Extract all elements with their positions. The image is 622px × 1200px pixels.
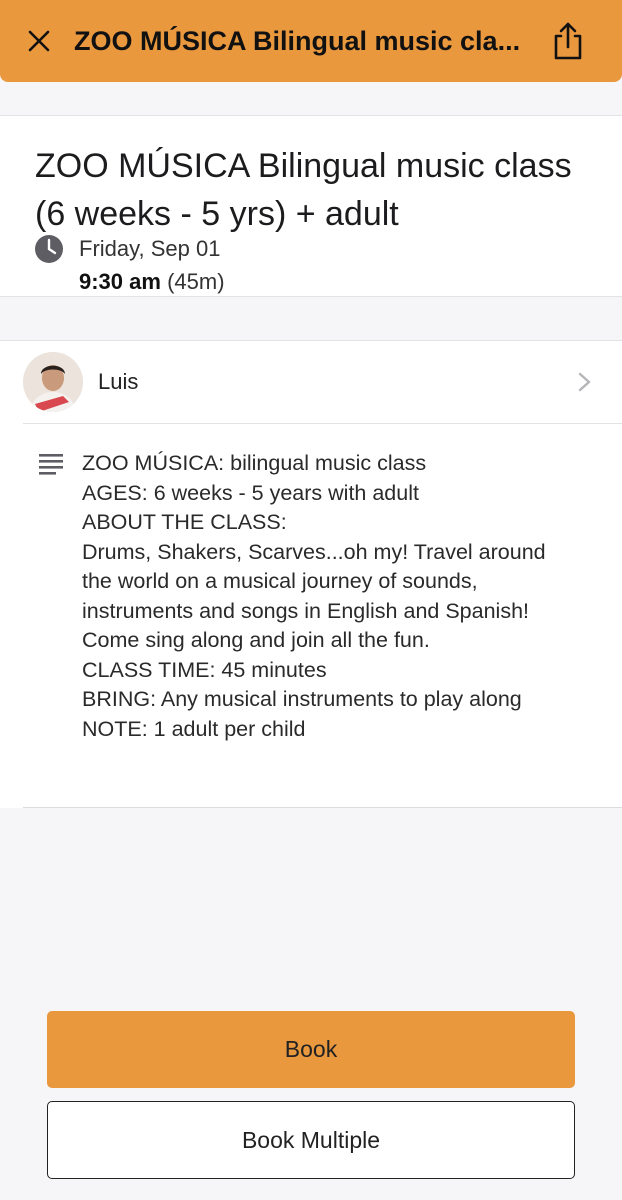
chevron-right-icon	[578, 372, 591, 392]
instructor-row[interactable]: Luis	[0, 341, 622, 423]
clock-icon	[35, 235, 63, 263]
description-line: ZOO MÚSICA: bilingual music class	[82, 451, 427, 475]
event-summary-card: ZOO MÚSICA Bilingual music class (6 week…	[0, 115, 622, 297]
description-line: CLASS TIME: 45 minutes	[82, 657, 327, 682]
share-button[interactable]	[548, 20, 588, 62]
description-icon	[39, 454, 63, 475]
close-button[interactable]	[22, 24, 56, 58]
description-line: Come sing along and join all the fun.	[82, 628, 430, 652]
event-details-card: Luis ZOO MÚSICA: bilingual music class A…	[0, 340, 622, 808]
event-date: Friday, Sep 01	[79, 236, 221, 261]
close-icon[interactable]	[22, 24, 56, 58]
instructor-name: Luis	[98, 369, 139, 394]
page-title: ZOO MÚSICA Bilingual music cla...	[74, 26, 521, 56]
description-line: ABOUT THE CLASS:	[82, 510, 287, 534]
book-multiple-button[interactable]: Book Multiple	[47, 1101, 575, 1179]
description-line: Drums, Shakers, Scarves...oh my! Travel …	[82, 539, 546, 564]
top-bar: ZOO MÚSICA Bilingual music cla...	[0, 0, 622, 82]
description-line: BRING: Any musical instruments to play a…	[82, 687, 522, 711]
description-line: the world on a musical journey of sounds…	[82, 569, 478, 593]
event-title: ZOO MÚSICA Bilingual music class (6 week…	[35, 147, 572, 233]
description-line: NOTE: 1 adult per child	[82, 716, 306, 741]
avatar	[23, 352, 83, 412]
description-line: AGES: 6 weeks - 5 years with adult	[82, 480, 419, 505]
event-description: ZOO MÚSICA: bilingual music class AGES: …	[82, 449, 602, 744]
divider	[23, 807, 622, 808]
divider	[23, 423, 622, 424]
description-line: instruments and songs in English and Spa…	[82, 598, 529, 623]
book-button[interactable]: Book	[47, 1011, 575, 1088]
event-duration: (45m)	[167, 269, 225, 294]
event-time-row: 9:30 am (45m)	[79, 269, 225, 295]
event-time: 9:30 am	[79, 269, 161, 294]
share-icon[interactable]	[548, 20, 588, 62]
